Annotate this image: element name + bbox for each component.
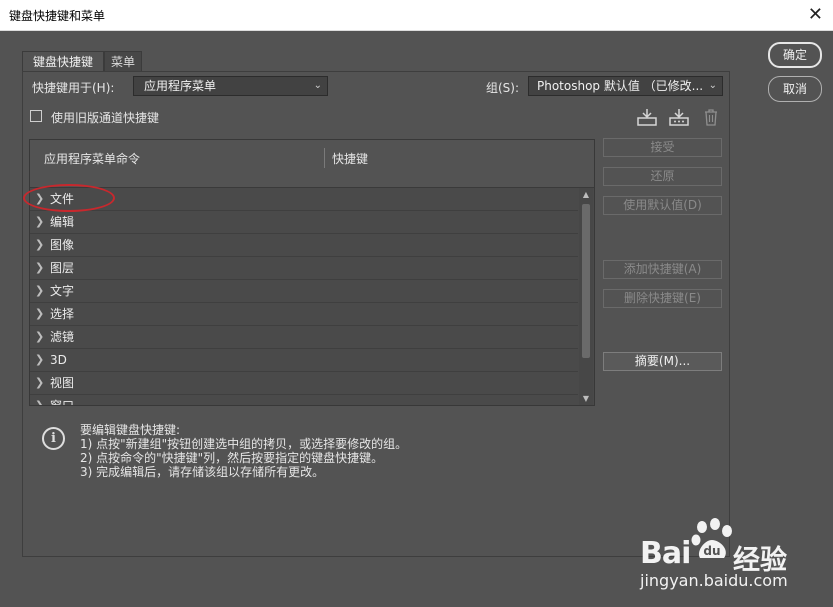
chevron-down-icon: ⌄	[708, 80, 717, 91]
ok-button[interactable]: 确定	[768, 42, 822, 68]
list-scrollbar[interactable]: ▲ ▼	[579, 188, 593, 405]
column-shortcut[interactable]: 快捷键	[332, 150, 368, 167]
undo-button[interactable]: 还原	[603, 167, 722, 186]
list-item[interactable]: ❯ 选择	[30, 303, 578, 326]
title-bar: 键盘快捷键和菜单 ✕	[0, 0, 833, 31]
column-divider	[324, 148, 325, 168]
list-header: 应用程序菜单命令 快捷键	[30, 140, 594, 188]
watermark-brand: Bai	[640, 536, 691, 571]
list-item[interactable]: ❯ 滤镜	[30, 326, 578, 349]
legacy-channel-checkbox[interactable]	[30, 110, 42, 122]
chevron-right-icon: ❯	[35, 284, 45, 297]
chevron-right-icon: ❯	[35, 330, 45, 343]
chevron-right-icon: ❯	[35, 353, 45, 366]
window-title: 键盘快捷键和菜单	[9, 9, 106, 23]
list-item[interactable]: ❯ 文字	[30, 280, 578, 303]
add-shortcut-button[interactable]: 添加快捷键(A)	[603, 260, 722, 279]
group-select[interactable]: Photoshop 默认值 （已修改... ⌄	[528, 76, 723, 96]
command-list: 应用程序菜单命令 快捷键 ❯ 文件 ❯ 编辑 ❯ 图像 ❯ 图层 ❯ 文字 ❯ 选择 ❯ 滤镜…	[29, 139, 595, 406]
list-item[interactable]: ❯ 图像	[30, 234, 578, 257]
chevron-right-icon: ❯	[35, 399, 45, 406]
list-item[interactable]: ❯ 图层	[30, 257, 578, 280]
info-line: 1) 点按"新建组"按钮创建选中组的拷贝，或选择要修改的组。	[80, 437, 408, 451]
scroll-thumb[interactable]	[582, 204, 590, 358]
svg-text:du: du	[703, 544, 720, 558]
list-item[interactable]: ❯ 编辑	[30, 211, 578, 234]
tab-menus[interactable]: 菜单	[104, 51, 142, 72]
watermark-url: jingyan.baidu.com	[640, 571, 788, 590]
scroll-up-icon[interactable]: ▲	[579, 188, 593, 202]
save-set-as-icon[interactable]	[669, 108, 689, 126]
list-item[interactable]: ❯ 窗口	[30, 395, 578, 406]
scroll-down-icon[interactable]: ▼	[579, 392, 593, 405]
legacy-channel-label: 使用旧版通道快捷键	[51, 111, 160, 125]
chevron-right-icon: ❯	[35, 307, 45, 320]
save-set-icon[interactable]	[637, 108, 657, 126]
tab-keyboard-shortcuts[interactable]: 键盘快捷键	[22, 51, 104, 72]
chevron-down-icon: ⌄	[313, 80, 322, 91]
info-icon: i	[42, 427, 65, 450]
list-item[interactable]: ❯ 视图	[30, 372, 578, 395]
group-label: 组(S):	[486, 81, 520, 95]
chevron-right-icon: ❯	[35, 376, 45, 389]
info-line: 3) 完成编辑后，请存储该组以存储所有更改。	[80, 465, 325, 479]
list-item[interactable]: ❯ 3D	[30, 349, 578, 372]
group-value: Photoshop 默认值 （已修改...	[537, 79, 704, 93]
baidu-watermark: du Bai 经验 jingyan.baidu.com	[640, 518, 830, 604]
command-rows: ❯ 文件 ❯ 编辑 ❯ 图像 ❯ 图层 ❯ 文字 ❯ 选择 ❯ 滤镜 ❯ 3D ❯ 视图 ❯ 窗口	[30, 188, 578, 406]
shortcuts-for-value: 应用程序菜单	[144, 79, 217, 93]
shortcuts-for-select[interactable]: 应用程序菜单 ⌄	[133, 76, 328, 96]
shortcuts-for-label: 快捷键用于(H):	[32, 81, 115, 95]
paw-icon: du	[691, 518, 732, 558]
use-default-button[interactable]: 使用默认值(D)	[603, 196, 722, 215]
column-command[interactable]: 应用程序菜单命令	[44, 150, 140, 167]
accept-button[interactable]: 接受	[603, 138, 722, 157]
chevron-right-icon: ❯	[35, 215, 45, 228]
summarize-button[interactable]: 摘要(M)...	[603, 352, 722, 371]
highlight-annotation	[23, 184, 115, 212]
chevron-right-icon: ❯	[35, 238, 45, 251]
info-text: 要编辑键盘快捷键: 1) 点按"新建组"按钮创建选中组的拷贝，或选择要修改的组。…	[80, 423, 407, 479]
info-line: 2) 点按命令的"快捷键"列，然后按要指定的键盘快捷键。	[80, 451, 384, 465]
close-icon[interactable]: ✕	[808, 4, 823, 25]
chevron-right-icon: ❯	[35, 261, 45, 274]
cancel-button[interactable]: 取消	[768, 76, 822, 102]
trash-icon[interactable]	[701, 108, 721, 126]
info-line: 要编辑键盘快捷键:	[80, 423, 181, 437]
delete-shortcut-button[interactable]: 删除快捷键(E)	[603, 289, 722, 308]
